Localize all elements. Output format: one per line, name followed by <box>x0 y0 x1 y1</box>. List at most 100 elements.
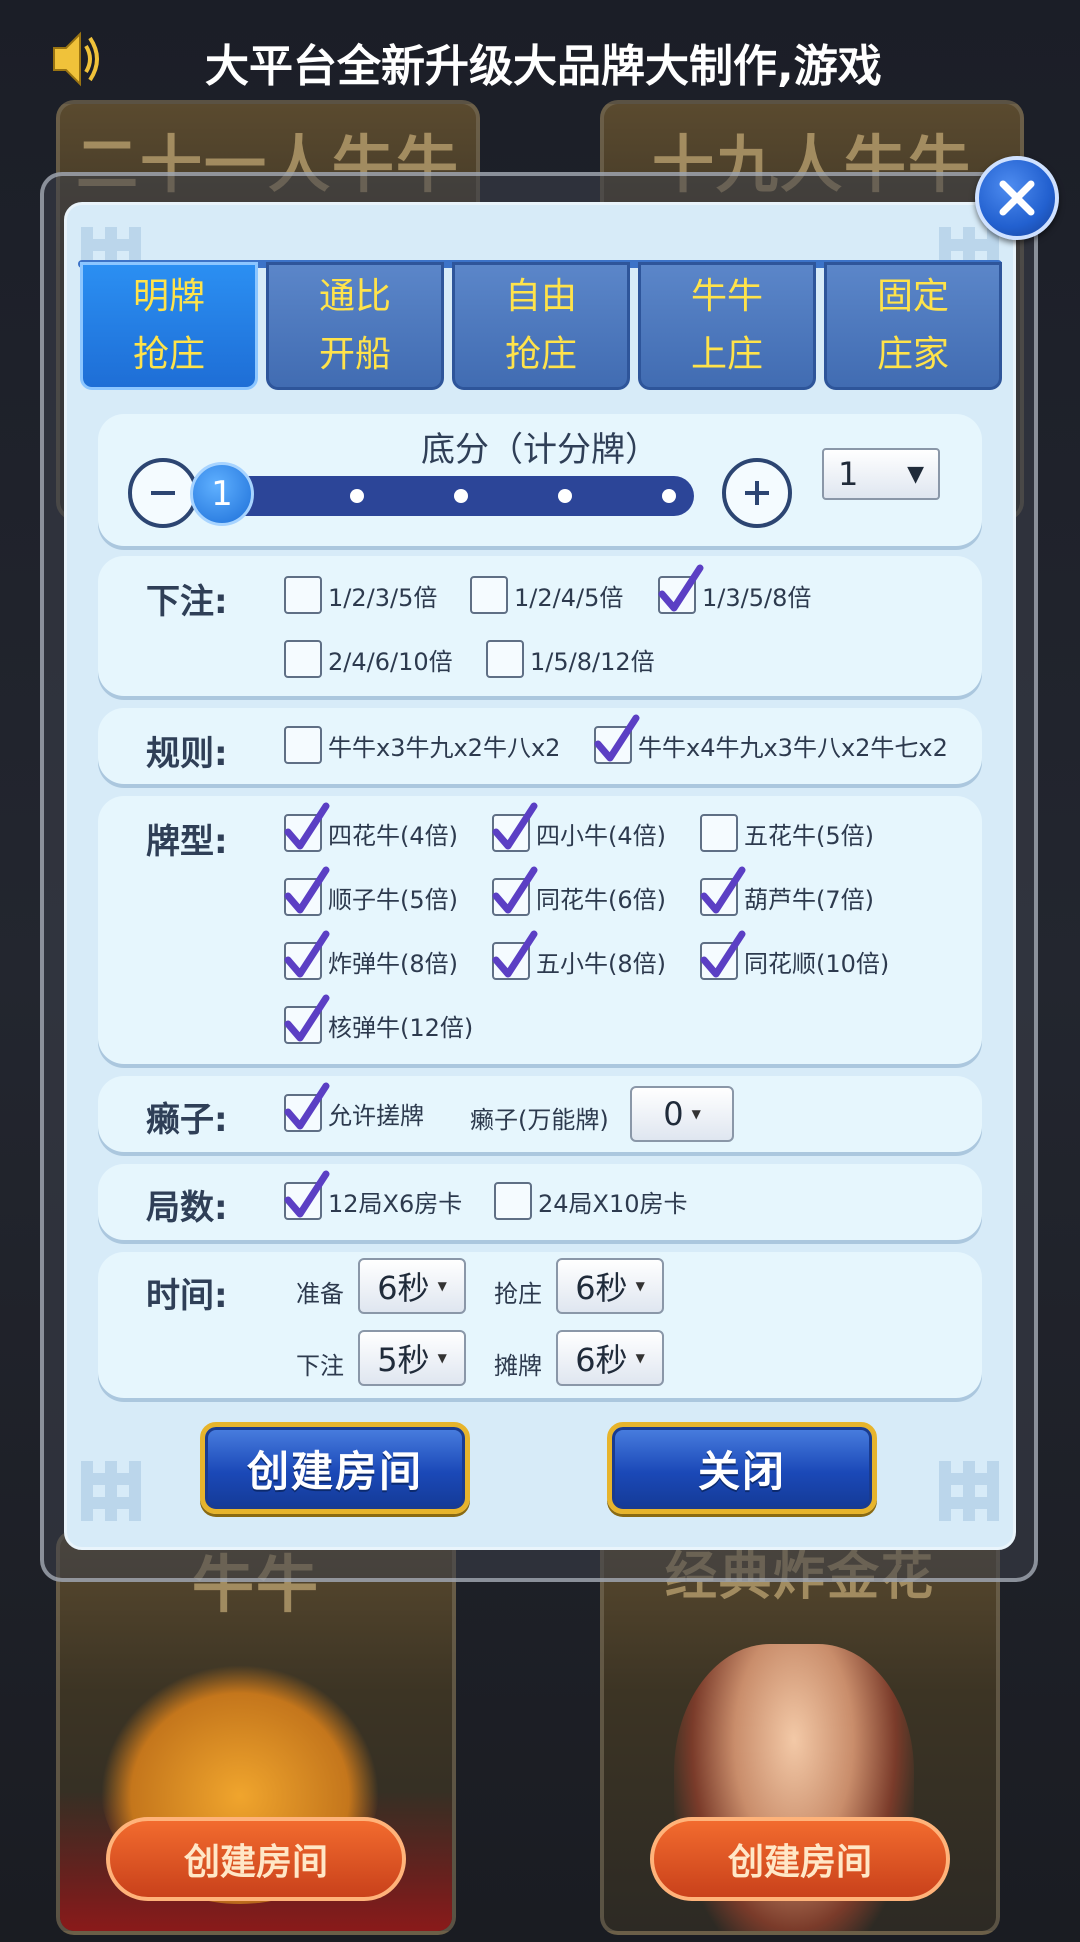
checkbox[interactable] <box>492 802 538 852</box>
checkbox[interactable] <box>284 576 322 614</box>
card-type-label: 五小牛(8倍) <box>536 949 666 978</box>
rounds-option[interactable]: 12局X6房卡 <box>284 1170 462 1220</box>
dialog-close-button[interactable] <box>975 156 1059 240</box>
rules-label: 规则: <box>146 734 228 774</box>
close-dialog-button[interactable]: 关闭 <box>607 1422 877 1514</box>
dropdown-arrow-icon: ▼ <box>691 1107 701 1121</box>
tab-niuniu-shangzhuang[interactable]: 牛牛 上庄 <box>638 262 816 390</box>
card-type-option[interactable]: 五小牛(8倍) <box>492 930 666 980</box>
bet-option[interactable]: 1/5/8/12倍 <box>486 640 655 678</box>
game-card-zhajinhua[interactable]: 经典炸金花 创建房间 <box>600 1530 1000 1935</box>
tab-guding-zhuangjia[interactable]: 固定 庄家 <box>824 262 1002 390</box>
bet-time-select[interactable]: 5秒 ▼ <box>358 1330 466 1386</box>
wildcard-label: 癞子: <box>146 1100 228 1140</box>
checkbox[interactable] <box>284 1082 330 1132</box>
game-card-niuniu[interactable]: 牛牛 创建房间 <box>56 1530 456 1935</box>
card-type-label: 五花牛(5倍) <box>744 821 874 850</box>
dropdown-arrow-icon: ▼ <box>635 1351 645 1365</box>
card-type-option[interactable]: 四小牛(4倍) <box>492 802 666 852</box>
increase-button[interactable] <box>722 458 792 528</box>
card-type-option[interactable]: 四花牛(4倍) <box>284 802 458 852</box>
check-icon <box>700 930 746 978</box>
dropdown-arrow-icon: ▼ <box>437 1279 447 1293</box>
checkbox[interactable] <box>492 866 538 916</box>
checkbox[interactable] <box>492 930 538 980</box>
create-room-button[interactable]: 创建房间 <box>106 1817 406 1901</box>
card-type-option[interactable]: 同花顺(10倍) <box>700 930 890 980</box>
checkbox[interactable] <box>284 802 330 852</box>
checkbox[interactable] <box>284 1170 330 1220</box>
checkbox[interactable] <box>658 564 704 614</box>
tab-label-line2: 庄家 <box>876 334 949 375</box>
allow-rub-card-option[interactable]: 允许搓牌 <box>284 1082 424 1132</box>
tab-tongbi-kaichuan[interactable]: 通比 开船 <box>266 262 444 390</box>
bet-time-value: 5秒 <box>377 1341 430 1379</box>
create-room-button[interactable]: 创建房间 <box>200 1422 470 1514</box>
rounds-panel: 局数: 12局X6房卡 24局X10房卡 <box>98 1164 982 1240</box>
check-icon <box>284 1082 330 1130</box>
base-score-select[interactable]: 1 ▼ <box>822 448 940 500</box>
slider-knob[interactable]: 1 <box>190 462 254 526</box>
tab-ziyou-qiangzhuang[interactable]: 自由 抢庄 <box>452 262 630 390</box>
rounds-label: 局数: <box>146 1188 228 1228</box>
bet-option-label: 1/5/8/12倍 <box>530 647 655 676</box>
time-label: 时间: <box>146 1276 228 1316</box>
slider-step-dot[interactable] <box>350 489 364 503</box>
slider-step-dot[interactable] <box>558 489 572 503</box>
checkbox[interactable] <box>700 930 746 980</box>
checkbox[interactable] <box>284 866 330 916</box>
slider-step-dot[interactable] <box>662 489 676 503</box>
slider-step-dot[interactable] <box>454 489 468 503</box>
time-panel: 时间: 准备 6秒 ▼ 抢庄 6秒 ▼ 下注 5秒 ▼ 摊牌 6秒 ▼ <box>98 1252 982 1398</box>
checkbox[interactable] <box>494 1182 532 1220</box>
rounds-option-label: 24局X10房卡 <box>538 1189 688 1218</box>
dropdown-arrow-icon: ▼ <box>907 461 924 487</box>
checkbox[interactable] <box>594 714 640 764</box>
grab-time-label: 抢庄 <box>494 1280 542 1308</box>
ready-time-select[interactable]: 6秒 ▼ <box>358 1258 466 1314</box>
bet-option-label: 1/2/3/5倍 <box>328 583 438 612</box>
checkbox[interactable] <box>284 930 330 980</box>
bet-option[interactable]: 2/4/6/10倍 <box>284 640 453 678</box>
card-type-option[interactable]: 核弹牛(12倍) <box>284 994 473 1044</box>
card-type-option[interactable]: 顺子牛(5倍) <box>284 866 458 916</box>
bet-option-label: 1/3/5/8倍 <box>702 583 812 612</box>
checkbox[interactable] <box>486 640 524 678</box>
tab-label-line2: 开船 <box>318 334 391 375</box>
bet-option[interactable]: 1/2/3/5倍 <box>284 576 437 614</box>
bet-option[interactable]: 1/2/4/5倍 <box>470 576 623 614</box>
card-type-label: 同花顺(10倍) <box>744 949 890 978</box>
check-icon <box>492 866 538 914</box>
create-room-button[interactable]: 创建房间 <box>650 1817 950 1901</box>
grab-time-value: 6秒 <box>575 1269 628 1307</box>
checkbox[interactable] <box>700 814 738 852</box>
decrease-button[interactable] <box>128 458 198 528</box>
bet-option[interactable]: 1/3/5/8倍 <box>658 564 812 614</box>
bet-option-label: 1/2/4/5倍 <box>514 583 624 612</box>
tab-mingpai-qiangzhuang[interactable]: 明牌 抢庄 <box>80 262 258 390</box>
tab-label-line1: 牛牛 <box>690 276 763 317</box>
checkbox[interactable] <box>700 866 746 916</box>
show-time-select[interactable]: 6秒 ▼ <box>556 1330 664 1386</box>
grab-time-select[interactable]: 6秒 ▼ <box>556 1258 664 1314</box>
card-type-option[interactable]: 五花牛(5倍) <box>700 814 874 852</box>
rule-option[interactable]: 牛牛x4牛九x3牛八x2牛七x2 <box>594 714 948 764</box>
show-time-label: 摊牌 <box>494 1352 542 1380</box>
card-type-label: 炸弹牛(8倍) <box>328 949 458 978</box>
base-score-slider[interactable] <box>214 476 694 516</box>
card-type-label: 顺子牛(5倍) <box>328 885 458 914</box>
tab-label-line1: 明牌 <box>132 276 205 317</box>
card-type-option[interactable]: 炸弹牛(8倍) <box>284 930 458 980</box>
rounds-option[interactable]: 24局X10房卡 <box>494 1182 688 1220</box>
card-type-option[interactable]: 同花牛(6倍) <box>492 866 666 916</box>
card-types-panel: 牌型: 四花牛(4倍) 四小牛(4倍) 五花牛(5倍) 顺子牛(5倍) 同花牛(… <box>98 796 982 1064</box>
checkbox[interactable] <box>284 726 322 764</box>
card-type-option[interactable]: 葫芦牛(7倍) <box>700 866 874 916</box>
announcement-marquee: 大平台全新升级大品牌大制作,游戏 <box>0 0 1080 120</box>
rule-option[interactable]: 牛牛x3牛九x2牛八x2 <box>284 726 560 764</box>
checkbox[interactable] <box>470 576 508 614</box>
checkbox[interactable] <box>284 994 330 1044</box>
speaker-icon[interactable] <box>50 28 100 90</box>
wildcard-count-select[interactable]: 0 ▼ <box>630 1086 734 1142</box>
checkbox[interactable] <box>284 640 322 678</box>
